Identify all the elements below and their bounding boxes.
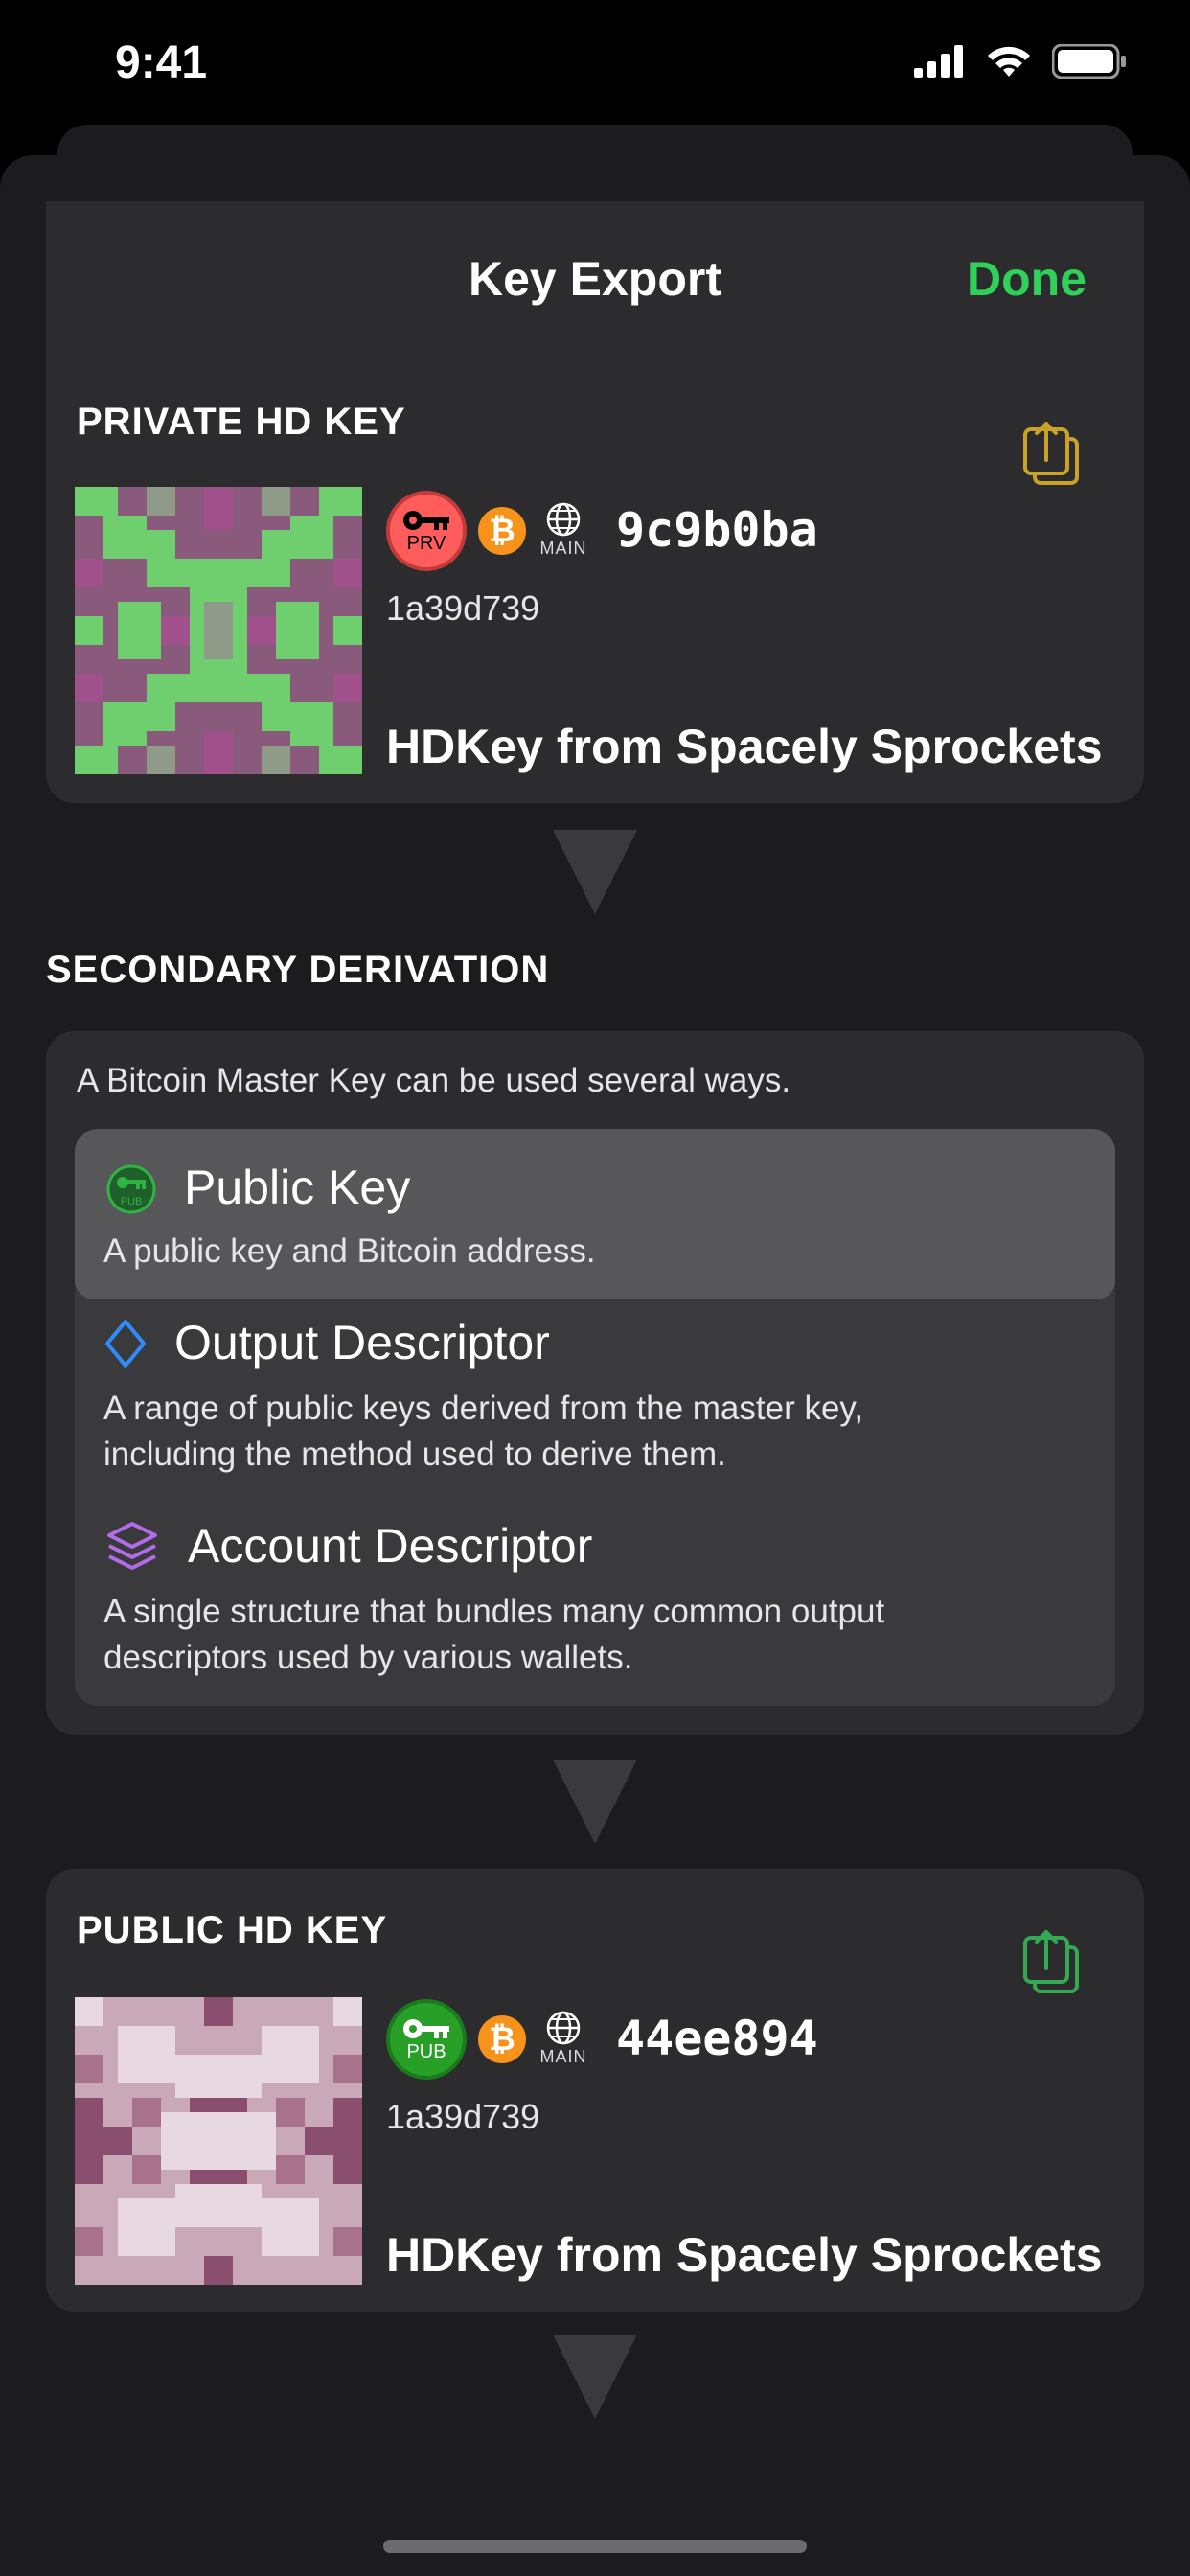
public-key-section-title: PUBLIC HD KEY: [77, 1909, 388, 1951]
globe-icon: [546, 2011, 581, 2045]
option-public-key-title: Public Key: [184, 1161, 411, 1214]
status-icons: [914, 44, 1127, 79]
option-output-descriptor-desc-line2: including the method used to derive them…: [103, 1436, 726, 1473]
pub-key-badge: PUB: [386, 1999, 467, 2080]
done-button[interactable]: Done: [967, 251, 1087, 307]
bitcoin-icon: ₿: [478, 2015, 526, 2063]
derivation-section-title: SECONDARY DERIVATION: [46, 949, 550, 991]
key-icon: [403, 2018, 449, 2038]
bitcoin-icon: ₿: [478, 507, 526, 555]
share-icon: [1023, 1930, 1079, 1993]
down-arrow-icon: [553, 830, 637, 914]
private-key-fingerprint: 9c9b0ba: [616, 502, 818, 558]
public-key-fingerprint: 44ee894: [616, 2011, 818, 2066]
battery-icon: [1052, 44, 1126, 79]
option-output-descriptor-desc-line1: A range of public keys derived from the …: [103, 1390, 864, 1427]
derivation-intro: A Bitcoin Master Key can be used several…: [77, 1062, 791, 1099]
option-output-descriptor-title: Output Descriptor: [174, 1316, 550, 1369]
pub-key-icon: PUB: [106, 1164, 156, 1214]
stack-icon: [107, 1522, 157, 1570]
key-icon: [403, 510, 449, 530]
option-account-descriptor-title: Account Descriptor: [188, 1519, 593, 1573]
share-icon: [1023, 422, 1079, 485]
network-indicator: MAIN: [539, 500, 587, 559]
svg-text:PUB: PUB: [121, 1196, 143, 1208]
prv-key-badge: PRV: [386, 491, 467, 571]
private-key-section-title: PRIVATE HD KEY: [77, 401, 406, 443]
diamond-icon: [105, 1320, 146, 1368]
option-account-descriptor-desc-line1: A single structure that bundles many com…: [103, 1593, 885, 1630]
down-arrow-icon: [553, 2334, 637, 2419]
option-public-key-desc: A public key and Bitcoin address.: [103, 1232, 596, 1270]
pub-badge-label: PUB: [406, 2040, 446, 2062]
down-arrow-icon: [553, 1760, 637, 1844]
network-label: MAIN: [539, 2047, 587, 2066]
option-account-descriptor-desc-line2: descriptors used by various wallets.: [103, 1639, 633, 1676]
public-key-parent-fingerprint: 1a39d739: [386, 2097, 540, 2136]
private-key-parent-fingerprint: 1a39d739: [386, 588, 540, 628]
prv-badge-label: PRV: [406, 532, 446, 554]
globe-icon: [546, 502, 581, 537]
share-private-key-button[interactable]: [1021, 420, 1083, 494]
private-key-name: HDKey from Spacely Sprockets: [386, 720, 1103, 773]
public-key-name: HDKey from Spacely Sprockets: [386, 2228, 1103, 2282]
network-indicator: MAIN: [539, 2009, 587, 2067]
private-key-lifehash-image: [75, 487, 362, 774]
public-key-lifehash-image: [75, 1997, 362, 2285]
cellular-signal-icon: [914, 45, 963, 78]
network-label: MAIN: [539, 539, 587, 558]
home-indicator[interactable]: [383, 2540, 807, 2553]
wifi-icon: [988, 46, 1030, 77]
share-public-key-button[interactable]: [1021, 1928, 1083, 2002]
status-time: 9:41: [115, 37, 208, 88]
